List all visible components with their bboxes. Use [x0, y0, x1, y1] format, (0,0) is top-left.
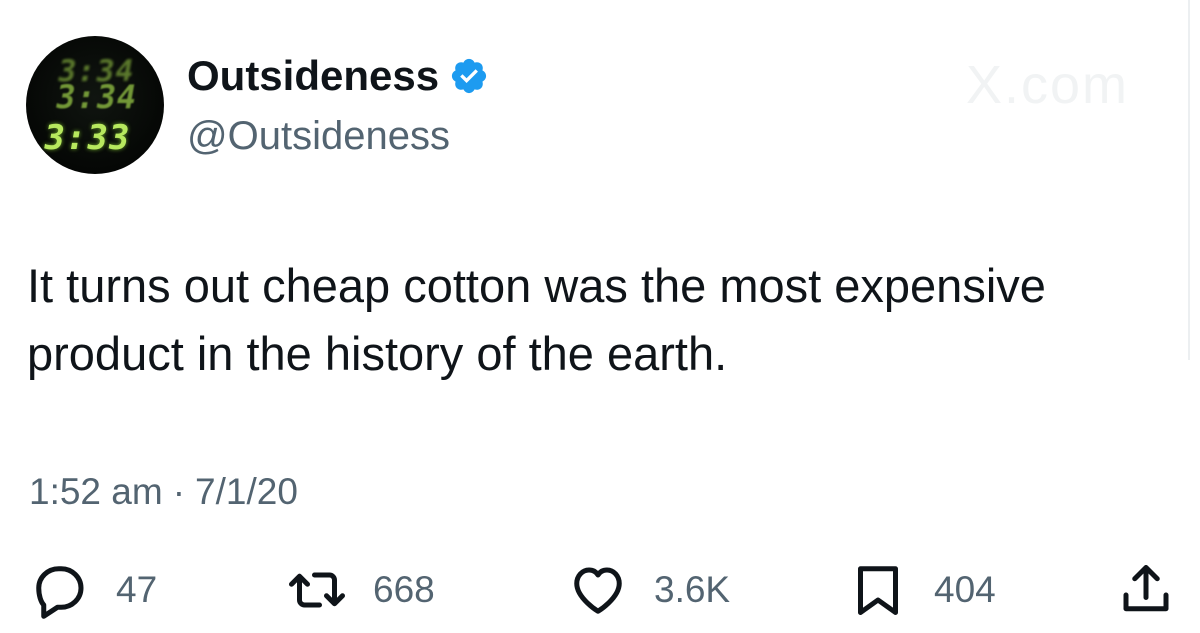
bookmark-icon	[848, 560, 908, 620]
author-name-row: Outsideness	[187, 48, 489, 104]
card-edge	[1188, 0, 1190, 360]
heart-icon	[568, 560, 628, 620]
avatar[interactable]: 3:34 3:34 3:33	[26, 36, 164, 174]
like-button[interactable]: 3.6K	[568, 560, 730, 620]
tweet-date: 7/1/20	[195, 471, 298, 512]
retweet-icon	[287, 560, 347, 620]
reply-count: 47	[116, 569, 158, 610]
avatar-clock-text: 3:33	[40, 118, 134, 158]
reply-icon	[30, 560, 90, 620]
display-name[interactable]: Outsideness	[187, 48, 439, 104]
tweet-timestamp[interactable]: 1:52 am · 7/1/20	[29, 466, 298, 518]
share-icon	[1116, 560, 1176, 620]
retweet-count: 668	[373, 569, 435, 610]
action-bar: 47 668 3.6K 404	[0, 560, 1200, 620]
tweet-card: 3:34 3:34 3:33 Outsideness @Outsideness …	[0, 0, 1200, 633]
bookmark-button[interactable]: 404	[848, 560, 996, 620]
meta-separator: ·	[172, 471, 186, 512]
retweet-button[interactable]: 668	[287, 560, 435, 620]
verified-badge-icon	[449, 56, 489, 96]
author-handle[interactable]: @Outsideness	[187, 108, 450, 164]
tweet-text: It turns out cheap cotton was the most e…	[27, 259, 1046, 380]
watermark: X.com	[966, 55, 1130, 115]
bookmark-count: 404	[934, 569, 996, 610]
tweet-time: 1:52 am	[29, 471, 163, 512]
share-button[interactable]	[1116, 560, 1176, 620]
avatar-clock-text: 3:34	[52, 78, 141, 116]
reply-button[interactable]: 47	[30, 560, 157, 620]
like-count: 3.6K	[654, 569, 731, 610]
